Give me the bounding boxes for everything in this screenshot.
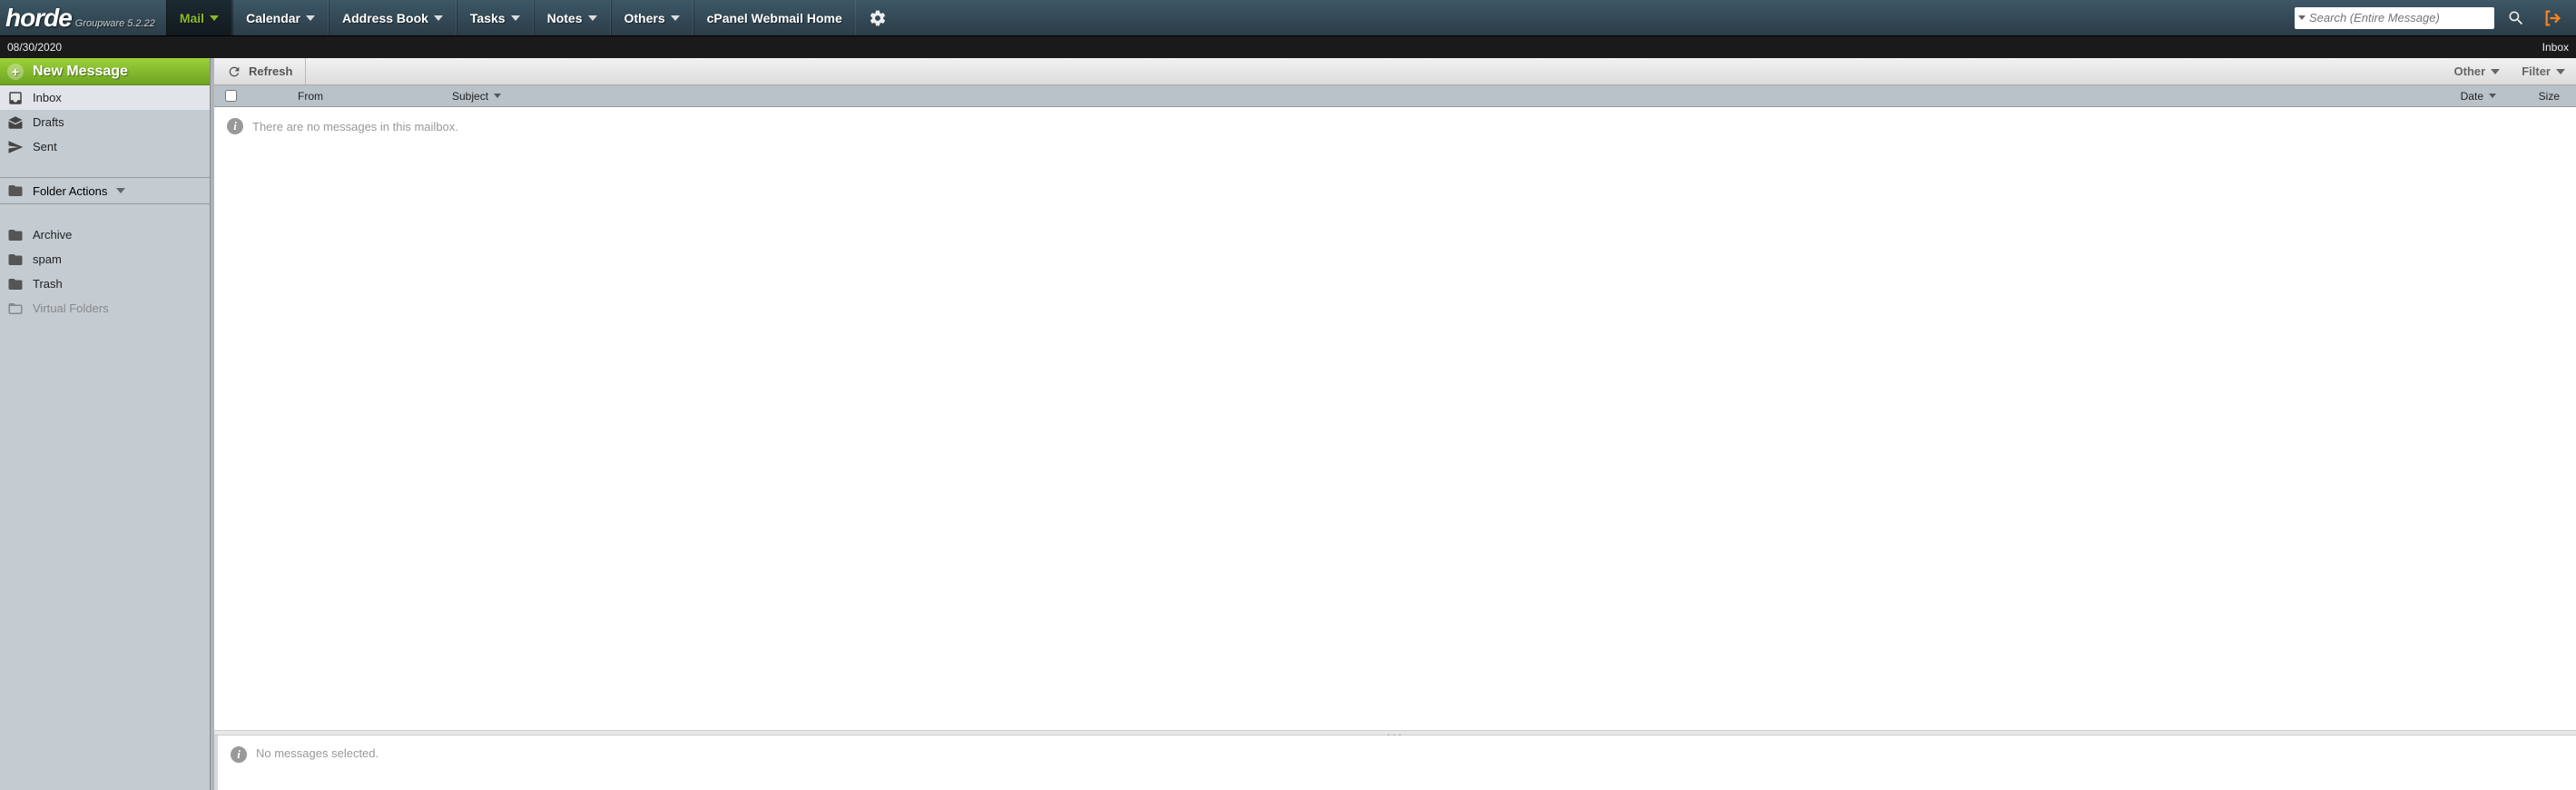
select-all-checkbox[interactable] bbox=[225, 90, 237, 102]
search-button[interactable] bbox=[2502, 9, 2531, 27]
chevron-down-icon bbox=[116, 188, 125, 193]
nav-label: Address Book bbox=[342, 11, 428, 25]
nav-notes[interactable]: Notes bbox=[534, 0, 611, 35]
column-headers: From Subject Date Size bbox=[214, 85, 2576, 107]
refresh-icon bbox=[227, 64, 241, 79]
folder-label: Sent bbox=[33, 140, 57, 153]
message-toolbar: Refresh Other Filter bbox=[214, 58, 2576, 85]
folder-sent[interactable]: Sent bbox=[0, 134, 210, 159]
plus-icon: + bbox=[7, 64, 24, 80]
nav-mail[interactable]: Mail bbox=[166, 0, 232, 35]
nav-label: Notes bbox=[547, 11, 583, 25]
size-column-header[interactable]: Size bbox=[2503, 90, 2576, 103]
filter-dropdown[interactable]: Filter bbox=[2511, 64, 2576, 78]
nav-cpanel-webmail-home[interactable]: cPanel Webmail Home bbox=[693, 0, 856, 35]
current-mailbox-label: Inbox bbox=[2542, 41, 2569, 54]
from-column-header[interactable]: From bbox=[290, 90, 445, 103]
current-date: 08/30/2020 bbox=[7, 41, 62, 54]
sort-indicator-icon bbox=[2489, 94, 2496, 98]
nav-others[interactable]: Others bbox=[611, 0, 693, 35]
refresh-label: Refresh bbox=[249, 64, 292, 78]
chevron-down-icon bbox=[2556, 69, 2565, 74]
folder-icon bbox=[7, 183, 24, 199]
sent-icon bbox=[7, 139, 24, 155]
chevron-down-icon bbox=[306, 15, 315, 21]
logout-button[interactable] bbox=[2538, 8, 2569, 28]
sort-indicator-icon bbox=[494, 94, 501, 98]
nav-label: Others bbox=[624, 11, 665, 25]
chevron-down-icon bbox=[511, 15, 520, 21]
empty-text: There are no messages in this mailbox. bbox=[252, 120, 458, 133]
chevron-down-icon bbox=[210, 15, 219, 21]
folder-icon bbox=[7, 252, 24, 268]
column-label: Subject bbox=[452, 90, 488, 103]
folder-icon bbox=[7, 276, 24, 292]
logo-subtitle: Groupware 5.2.22 bbox=[75, 18, 155, 29]
nav-address-book[interactable]: Address Book bbox=[329, 0, 457, 35]
empty-mailbox-notice: i There are no messages in this mailbox. bbox=[214, 107, 2576, 145]
folder-icon bbox=[7, 227, 24, 243]
search-icon bbox=[2507, 9, 2525, 27]
new-message-button[interactable]: + New Message bbox=[0, 58, 210, 85]
date-column-header[interactable]: Date bbox=[2385, 90, 2503, 103]
folder-label: Inbox bbox=[33, 91, 62, 104]
select-all-column[interactable] bbox=[214, 90, 247, 102]
other-dropdown[interactable]: Other bbox=[2443, 64, 2512, 78]
folder-actions-dropdown[interactable]: Folder Actions bbox=[0, 177, 210, 204]
preview-pane: i No messages selected. bbox=[214, 736, 2576, 790]
search-box[interactable] bbox=[2295, 7, 2494, 29]
gear-icon bbox=[869, 9, 887, 27]
folder-label: Virtual Folders bbox=[33, 301, 109, 315]
column-label: Date bbox=[2461, 90, 2483, 103]
folder-open-icon bbox=[7, 301, 24, 317]
settings-button[interactable] bbox=[856, 0, 900, 35]
sidebar: + New Message Inbox Drafts Sent bbox=[0, 58, 211, 790]
nav-label: cPanel Webmail Home bbox=[707, 11, 842, 25]
inbox-icon bbox=[7, 90, 24, 106]
search-area bbox=[2287, 0, 2576, 35]
chevron-down-icon bbox=[2491, 69, 2500, 74]
main-nav: Mail Calendar Address Book Tasks Notes O… bbox=[166, 0, 900, 35]
logo-text: horde bbox=[5, 4, 72, 33]
filter-label: Filter bbox=[2522, 64, 2551, 78]
chevron-down-icon bbox=[588, 15, 597, 21]
chevron-down-icon bbox=[671, 15, 680, 21]
logo[interactable]: horde Groupware 5.2.22 bbox=[0, 0, 166, 35]
folder-drafts[interactable]: Drafts bbox=[0, 110, 210, 134]
message-list: i There are no messages in this mailbox. bbox=[214, 107, 2576, 730]
chevron-down-icon bbox=[434, 15, 443, 21]
folder-inbox[interactable]: Inbox bbox=[0, 85, 210, 110]
date-bar: 08/30/2020 Inbox bbox=[0, 36, 2576, 58]
pane-splitter[interactable] bbox=[214, 730, 2576, 736]
nav-label: Mail bbox=[180, 11, 204, 25]
info-icon: i bbox=[231, 746, 247, 763]
preview-empty-text: No messages selected. bbox=[256, 746, 379, 760]
drafts-icon bbox=[7, 114, 24, 131]
folder-label: Drafts bbox=[33, 115, 64, 129]
search-scope-dropdown[interactable] bbox=[2298, 15, 2306, 20]
column-label: Size bbox=[2539, 90, 2560, 103]
folder-label: Trash bbox=[33, 277, 63, 291]
nav-label: Calendar bbox=[246, 11, 300, 25]
nav-tasks[interactable]: Tasks bbox=[457, 0, 534, 35]
nav-calendar[interactable]: Calendar bbox=[232, 0, 329, 35]
refresh-button[interactable]: Refresh bbox=[214, 58, 306, 84]
folder-trash[interactable]: Trash bbox=[0, 272, 210, 296]
folder-archive[interactable]: Archive bbox=[0, 222, 210, 247]
folder-label: Archive bbox=[33, 228, 72, 242]
search-input[interactable] bbox=[2309, 11, 2491, 25]
other-label: Other bbox=[2454, 64, 2486, 78]
column-label: From bbox=[298, 90, 323, 103]
logout-icon bbox=[2543, 8, 2563, 28]
subject-column-header[interactable]: Subject bbox=[445, 90, 2385, 103]
info-icon: i bbox=[227, 118, 243, 134]
content-area: Refresh Other Filter From bbox=[211, 58, 2576, 790]
top-navbar: horde Groupware 5.2.22 Mail Calendar Add… bbox=[0, 0, 2576, 36]
folder-actions-label: Folder Actions bbox=[33, 184, 107, 198]
folder-spam[interactable]: spam bbox=[0, 247, 210, 272]
new-message-label: New Message bbox=[33, 64, 128, 80]
nav-label: Tasks bbox=[470, 11, 506, 25]
folder-label: spam bbox=[33, 252, 62, 266]
folder-virtual-folders[interactable]: Virtual Folders bbox=[0, 296, 210, 321]
